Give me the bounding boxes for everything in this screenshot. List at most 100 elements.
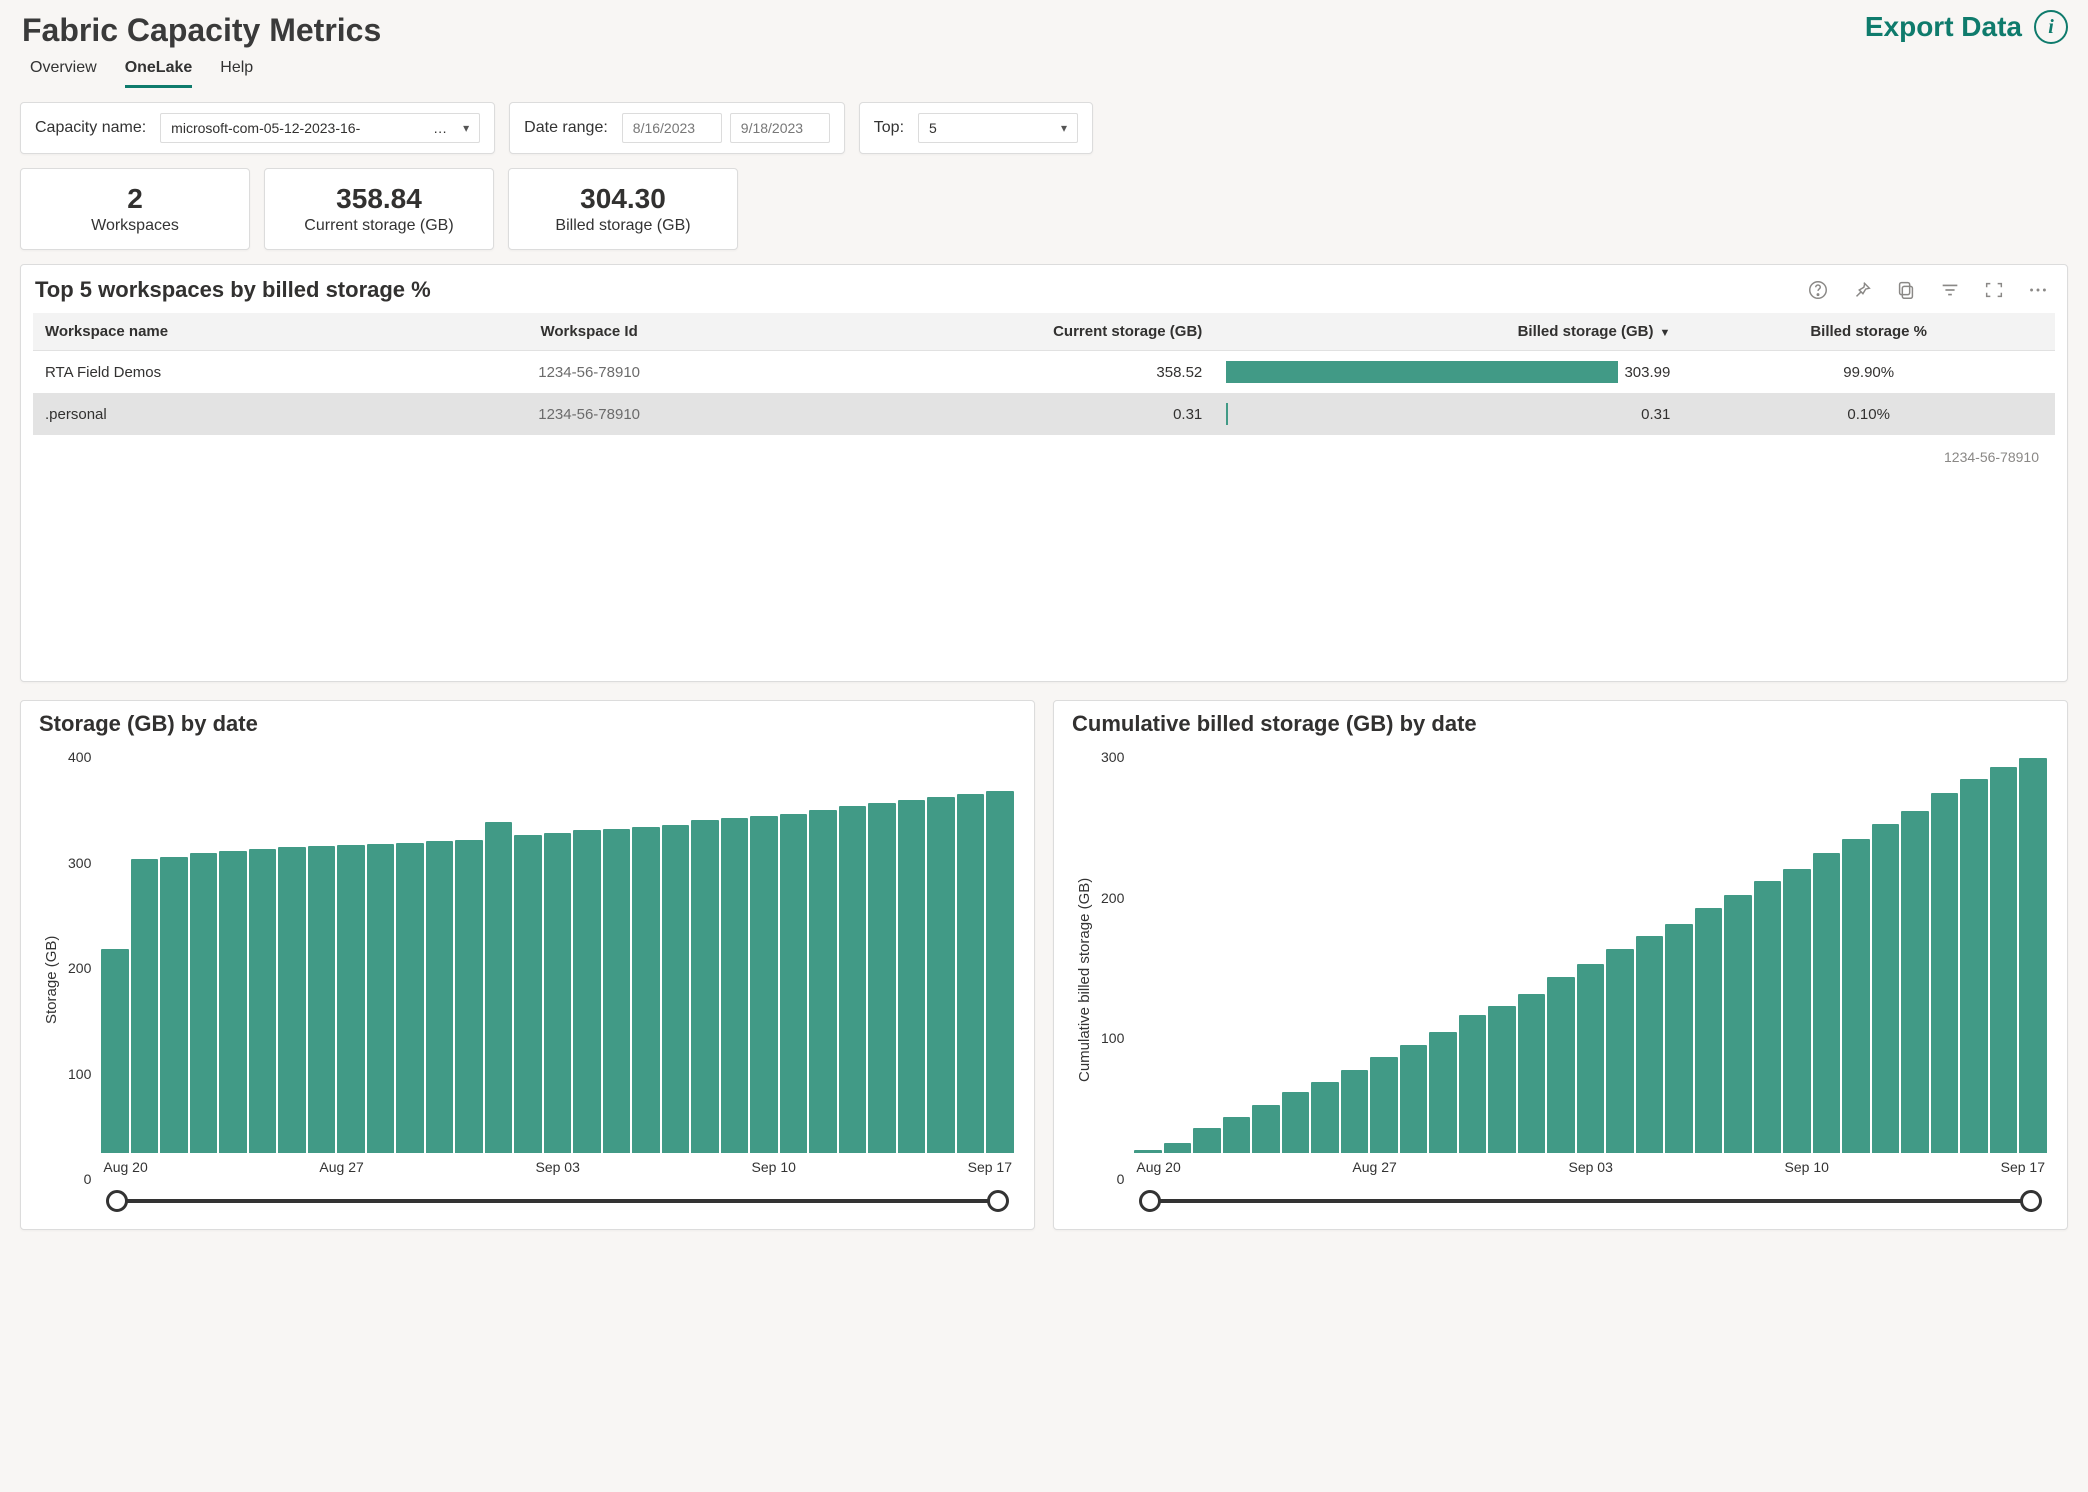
- y-tick: 200: [1101, 890, 1124, 906]
- chart-bar[interactable]: [868, 803, 896, 1153]
- chart-bar[interactable]: [986, 791, 1014, 1153]
- chart-bar[interactable]: [809, 810, 837, 1153]
- chart-bar[interactable]: [101, 949, 129, 1153]
- slider-handle-end[interactable]: [987, 1190, 1009, 1212]
- chart-bar[interactable]: [1872, 824, 1900, 1153]
- chart-bar[interactable]: [1311, 1082, 1339, 1153]
- focus-mode-icon[interactable]: [1983, 279, 2005, 301]
- table-title: Top 5 workspaces by billed storage %: [35, 277, 431, 303]
- table-row[interactable]: .personal 1234-56-78910 0.31 0.31 0.10%: [33, 393, 2055, 435]
- chart-bar[interactable]: [1400, 1045, 1428, 1153]
- chart-bar[interactable]: [1459, 1015, 1487, 1153]
- chart-bar[interactable]: [750, 816, 778, 1153]
- column-header[interactable]: Current storage (GB): [756, 313, 1215, 351]
- slider-handle-start[interactable]: [106, 1190, 128, 1212]
- slider-handle-start[interactable]: [1139, 1190, 1161, 1212]
- chart-bar[interactable]: [1990, 767, 2018, 1153]
- date-range-slider[interactable]: [99, 1187, 1016, 1215]
- chart-bar[interactable]: [721, 818, 749, 1153]
- date-end-input[interactable]: 9/18/2023: [730, 113, 830, 143]
- kpi-card[interactable]: 358.84 Current storage (GB): [264, 168, 494, 250]
- chart-bar[interactable]: [1754, 881, 1782, 1153]
- chart-bar[interactable]: [603, 829, 631, 1153]
- capacity-dropdown[interactable]: microsoft-com-05-12-2023-16- … ▾: [160, 113, 480, 143]
- chart-bar[interactable]: [1518, 994, 1546, 1153]
- chart-bar[interactable]: [308, 846, 336, 1153]
- chart-bar[interactable]: [1724, 895, 1752, 1153]
- chart-bar[interactable]: [1665, 924, 1693, 1154]
- chart-bar[interactable]: [662, 825, 690, 1153]
- tab-overview[interactable]: Overview: [30, 55, 97, 88]
- chart-bar[interactable]: [573, 830, 601, 1153]
- chart-bar[interactable]: [396, 843, 424, 1153]
- chart-bar[interactable]: [219, 851, 247, 1153]
- chart-bar[interactable]: [1960, 779, 1988, 1153]
- chart-bar[interactable]: [1429, 1032, 1457, 1153]
- chart-bar[interactable]: [1695, 908, 1723, 1153]
- slider-handle-end[interactable]: [2020, 1190, 2042, 1212]
- help-icon[interactable]: [1807, 279, 1829, 301]
- info-icon[interactable]: i: [2034, 10, 2068, 44]
- kpi-card[interactable]: 2 Workspaces: [20, 168, 250, 250]
- more-options-icon[interactable]: [2027, 279, 2049, 301]
- tab-onelake[interactable]: OneLake: [125, 55, 193, 88]
- chart-bar[interactable]: [1252, 1105, 1280, 1153]
- chart-bar[interactable]: [160, 857, 188, 1153]
- chart-bar[interactable]: [2019, 758, 2047, 1153]
- chart-bar[interactable]: [1901, 811, 1929, 1153]
- chart-bar[interactable]: [1842, 839, 1870, 1153]
- chart-bar[interactable]: [514, 835, 542, 1153]
- chart-bar[interactable]: [1223, 1117, 1251, 1153]
- chart-bar[interactable]: [898, 800, 926, 1153]
- chart-bar[interactable]: [455, 840, 483, 1153]
- chart-bar[interactable]: [1783, 869, 1811, 1153]
- export-data-button[interactable]: Export Data i: [1865, 10, 2068, 44]
- chart-bar[interactable]: [367, 844, 395, 1153]
- chart-bar[interactable]: [1636, 936, 1664, 1153]
- column-header[interactable]: Workspace Id: [423, 313, 756, 351]
- chart-bar[interactable]: [1488, 1006, 1516, 1153]
- chart-bar[interactable]: [927, 797, 955, 1153]
- chart-bar[interactable]: [1606, 949, 1634, 1153]
- chart-bar[interactable]: [780, 814, 808, 1153]
- chart-bar[interactable]: [1193, 1128, 1221, 1154]
- copy-icon[interactable]: [1895, 279, 1917, 301]
- chart-bar[interactable]: [249, 849, 277, 1153]
- date-range-slider[interactable]: [1132, 1187, 2049, 1215]
- tab-help[interactable]: Help: [220, 55, 253, 88]
- chart-bar[interactable]: [1341, 1070, 1369, 1153]
- chart-bar[interactable]: [544, 833, 572, 1153]
- pin-icon[interactable]: [1851, 279, 1873, 301]
- column-header[interactable]: Billed storage (GB)▼: [1214, 313, 1682, 351]
- cell-billed-pct: 99.90%: [1682, 351, 2055, 394]
- page-title: Fabric Capacity Metrics: [22, 12, 381, 49]
- chart-bar[interactable]: [1931, 793, 1959, 1153]
- chart-bar[interactable]: [278, 847, 306, 1153]
- chart-bar[interactable]: [957, 794, 985, 1153]
- chart-bar[interactable]: [632, 827, 660, 1153]
- column-header[interactable]: Billed storage %: [1682, 313, 2055, 351]
- chart-bar[interactable]: [1282, 1092, 1310, 1153]
- chart-bar[interactable]: [190, 853, 218, 1153]
- chart-bar[interactable]: [131, 859, 159, 1153]
- chart-bar[interactable]: [1164, 1143, 1192, 1153]
- chart-bar[interactable]: [1813, 853, 1841, 1153]
- chart-bar[interactable]: [337, 845, 365, 1153]
- sort-desc-icon: ▼: [1659, 327, 1670, 339]
- x-tick: Sep 03: [535, 1159, 579, 1175]
- column-header[interactable]: Workspace name: [33, 313, 423, 351]
- chart-bar[interactable]: [1547, 977, 1575, 1153]
- filter-icon[interactable]: [1939, 279, 1961, 301]
- date-start-input[interactable]: 8/16/2023: [622, 113, 722, 143]
- table-row[interactable]: RTA Field Demos 1234-56-78910 358.52 303…: [33, 351, 2055, 394]
- chart-bar[interactable]: [1577, 964, 1605, 1153]
- workspaces-table: Workspace nameWorkspace IdCurrent storag…: [33, 313, 2055, 435]
- chart-bar[interactable]: [839, 806, 867, 1153]
- chart-bar[interactable]: [426, 841, 454, 1153]
- kpi-card[interactable]: 304.30 Billed storage (GB): [508, 168, 738, 250]
- chart-bar[interactable]: [1370, 1057, 1398, 1153]
- chart-bar[interactable]: [485, 822, 513, 1154]
- chart-bar[interactable]: [691, 820, 719, 1153]
- tabs: Overview OneLake Help: [30, 55, 381, 88]
- top-dropdown[interactable]: 5 ▾: [918, 113, 1078, 143]
